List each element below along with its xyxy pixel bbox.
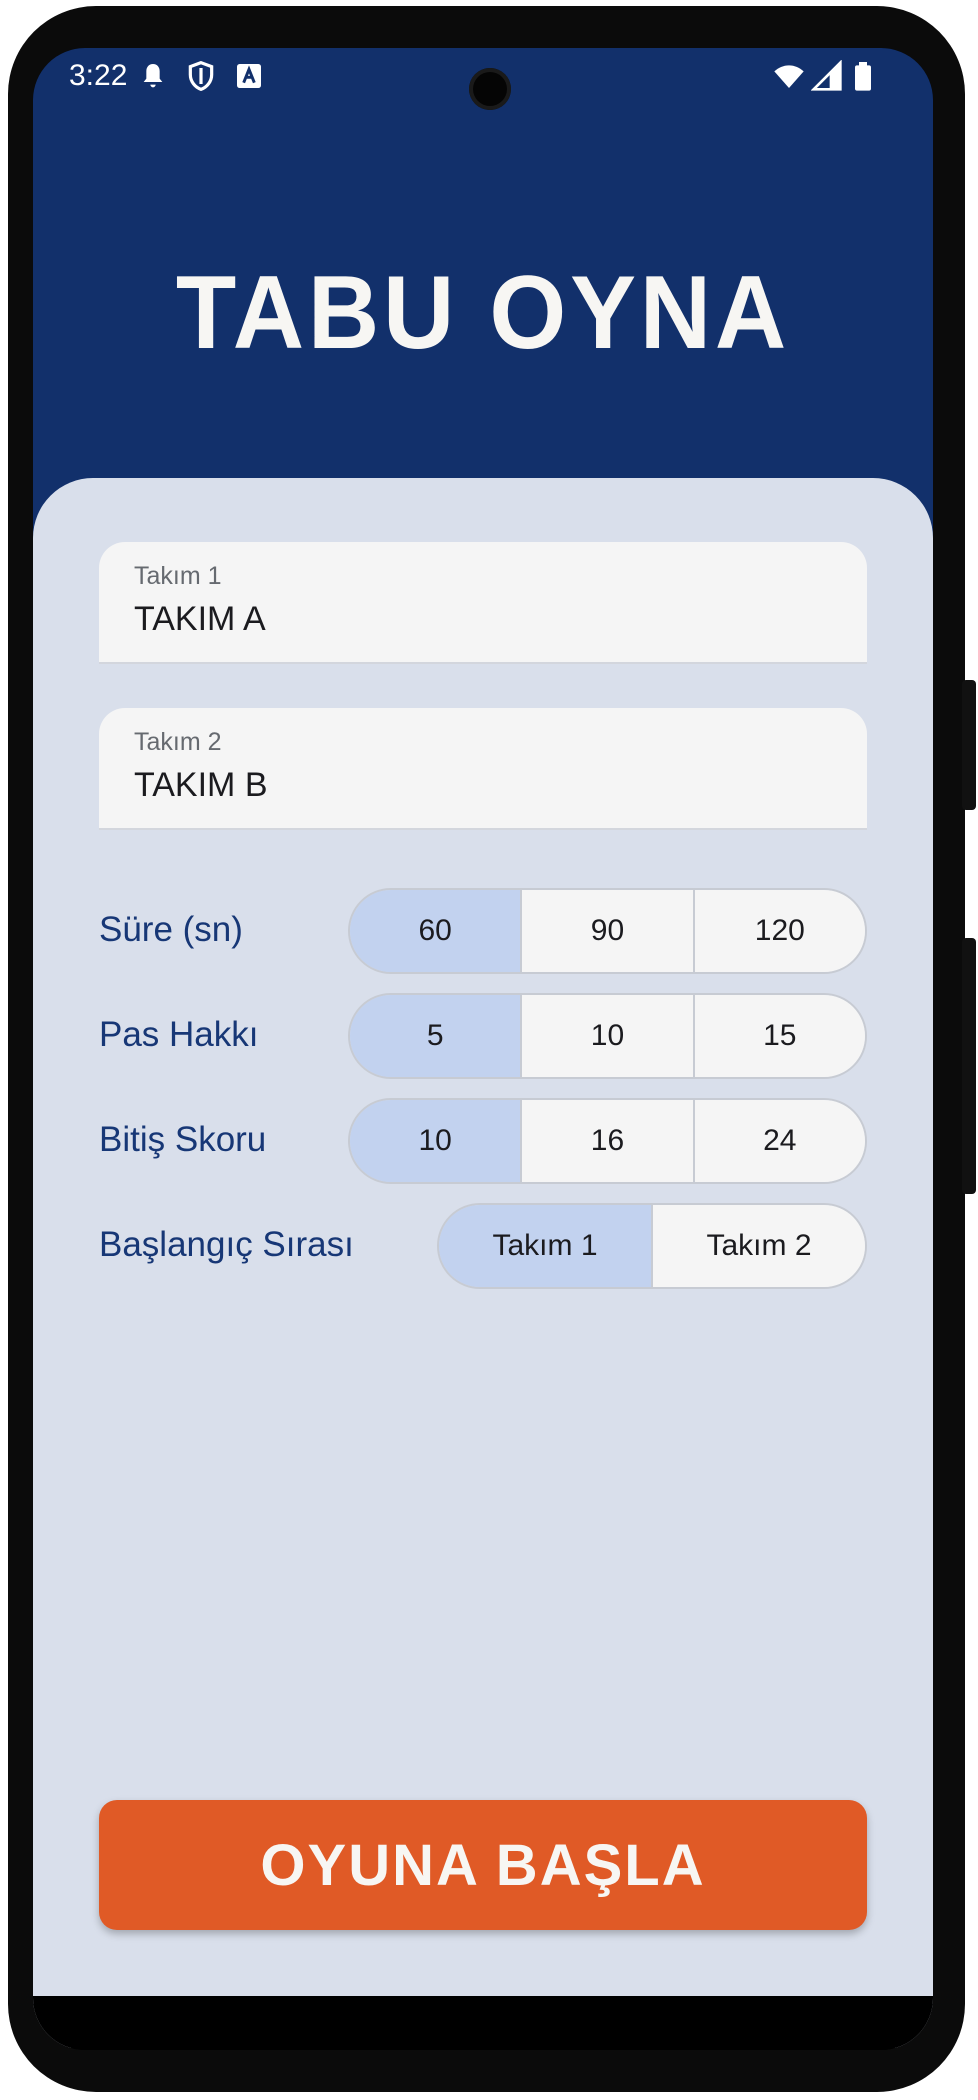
wifi-icon <box>774 65 804 88</box>
end-score-label: Bitiş Skoru <box>99 1120 267 1159</box>
cellular-signal-icon <box>811 60 842 91</box>
passes-selector: 5 10 15 <box>348 993 867 1079</box>
duration-label: Süre (sn) <box>99 910 243 949</box>
duration-option-90[interactable]: 90 <box>520 890 693 972</box>
start-order-option-team1[interactable]: Takım 1 <box>439 1205 651 1287</box>
status-bar: 3:22 <box>33 48 933 128</box>
duration-selector: 60 90 120 <box>348 888 867 974</box>
team2-input-value[interactable]: TAKIM B <box>134 766 268 805</box>
duration-option-60[interactable]: 60 <box>350 890 521 972</box>
battery-icon <box>855 62 871 91</box>
start-order-selector: Takım 1 Takım 2 <box>437 1203 867 1289</box>
app-title: TABU OYNA <box>175 255 791 371</box>
start-order-label: Başlangıç Sırası <box>99 1225 354 1264</box>
status-time: 3:22 <box>69 59 128 92</box>
navigation-bar <box>33 1996 933 2050</box>
end-score-option-24[interactable]: 24 <box>692 1100 865 1182</box>
team2-field[interactable]: Takım 2 TAKIM B <box>99 708 867 830</box>
front-camera <box>469 68 511 110</box>
start-game-button[interactable]: OYUNA BAŞLA <box>99 1800 867 1930</box>
notification-bell-icon <box>143 64 163 88</box>
start-order-option-team2[interactable]: Takım 2 <box>651 1205 865 1287</box>
end-score-option-16[interactable]: 16 <box>520 1100 693 1182</box>
volume-button <box>962 938 976 1194</box>
duration-option-120[interactable]: 120 <box>692 890 865 972</box>
end-score-option-10[interactable]: 10 <box>350 1100 521 1182</box>
power-button <box>962 680 976 810</box>
end-score-selector: 10 16 24 <box>348 1098 867 1184</box>
passes-option-5[interactable]: 5 <box>350 995 521 1077</box>
team1-input-value[interactable]: TAKIM A <box>134 600 266 639</box>
passes-option-10[interactable]: 10 <box>520 995 693 1077</box>
team2-label: Takım 2 <box>134 728 222 756</box>
passes-option-15[interactable]: 15 <box>692 995 865 1077</box>
team1-label: Takım 1 <box>134 562 222 590</box>
team1-field[interactable]: Takım 1 TAKIM A <box>99 542 867 664</box>
shield-icon <box>188 60 214 92</box>
screen: 3:22 TABU OYNA Takım 1 TAKIM A Takım 2 T… <box>33 48 933 2050</box>
passes-label: Pas Hakkı <box>99 1015 259 1054</box>
keyboard-a-icon <box>237 64 261 88</box>
